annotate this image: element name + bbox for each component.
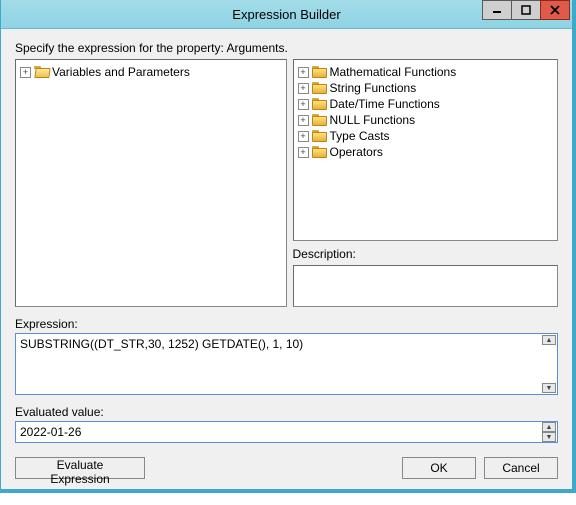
close-icon [550,5,560,15]
tree-item-operators[interactable]: + Operators [296,144,556,160]
tree-item-typecasts[interactable]: + Type Casts [296,128,556,144]
evaluated-label: Evaluated value: [15,405,558,419]
chevron-up-icon: ▲ [546,337,553,344]
expand-icon[interactable]: + [298,115,309,126]
window-controls [482,0,572,28]
tree-item-label: String Functions [330,81,417,95]
spin-up-button[interactable]: ▲ [542,422,556,432]
expand-icon[interactable]: + [298,131,309,142]
folder-open-icon [34,66,49,78]
expression-spinner: ▲ ▼ [542,335,556,393]
expression-label: Expression: [15,317,558,331]
chevron-down-icon: ▼ [546,385,553,392]
evaluated-spinner: ▲ ▼ [542,422,556,442]
folder-icon [312,66,327,78]
tree-item-label: Variables and Parameters [52,65,190,79]
tree-item-label: Mathematical Functions [330,65,457,79]
expand-icon[interactable]: + [298,67,309,78]
spin-down-button[interactable]: ▼ [542,432,556,442]
top-panels: + Variables and Parameters + Mathematica… [15,59,558,307]
tree-item-label: NULL Functions [330,113,416,127]
client-area: Specify the expression for the property:… [1,29,572,489]
variables-tree[interactable]: + Variables and Parameters [15,59,287,307]
spin-down-button[interactable]: ▼ [542,383,556,393]
expression-value: SUBSTRING((DT_STR,30, 1252) GETDATE(), 1… [20,337,539,351]
minimize-icon [492,5,502,15]
cancel-button[interactable]: Cancel [484,457,558,479]
description-label: Description: [293,247,559,261]
tree-item-variables[interactable]: + Variables and Parameters [18,64,284,80]
expand-icon[interactable]: + [298,83,309,94]
maximize-icon [521,5,531,15]
folder-icon [312,114,327,126]
tree-item-label: Operators [330,145,383,159]
expression-builder-window: Expression Builder Specify the expressio… [0,0,576,493]
spin-up-button[interactable]: ▲ [542,335,556,345]
folder-icon [312,82,327,94]
chevron-up-icon: ▲ [546,424,553,431]
titlebar[interactable]: Expression Builder [1,0,572,29]
tree-item-datetime[interactable]: + Date/Time Functions [296,96,556,112]
maximize-button[interactable] [511,0,541,20]
tree-item-label: Type Casts [330,129,390,143]
folder-icon [312,146,327,158]
functions-tree[interactable]: + Mathematical Functions + String Functi… [293,59,559,241]
expand-icon[interactable]: + [298,99,309,110]
chevron-down-icon: ▼ [546,434,553,441]
tree-item-label: Date/Time Functions [330,97,440,111]
tree-item-math[interactable]: + Mathematical Functions [296,64,556,80]
tree-item-string[interactable]: + String Functions [296,80,556,96]
expand-icon[interactable]: + [298,147,309,158]
description-box [293,265,559,307]
tree-item-null[interactable]: + NULL Functions [296,112,556,128]
close-button[interactable] [540,0,570,20]
instruction-text: Specify the expression for the property:… [15,41,558,55]
expand-icon[interactable]: + [20,67,31,78]
right-column: + Mathematical Functions + String Functi… [293,59,559,307]
folder-icon [312,98,327,110]
evaluated-field[interactable]: 2022-01-26 ▲ ▼ [15,421,558,443]
ok-button[interactable]: OK [402,457,476,479]
minimize-button[interactable] [482,0,512,20]
button-row: Evaluate Expression OK Cancel [15,457,558,479]
folder-icon [312,130,327,142]
expression-field[interactable]: SUBSTRING((DT_STR,30, 1252) GETDATE(), 1… [15,333,558,395]
evaluate-button[interactable]: Evaluate Expression [15,457,145,479]
evaluated-value: 2022-01-26 [20,425,539,439]
